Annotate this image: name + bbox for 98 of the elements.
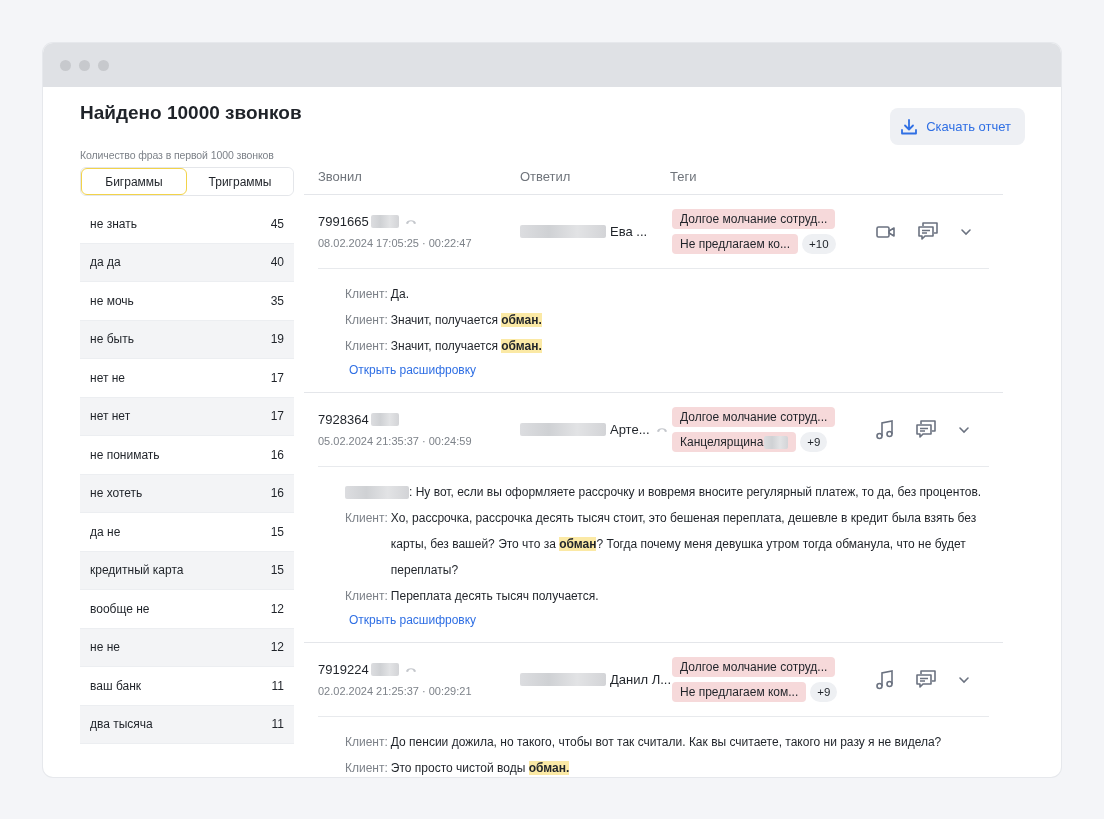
- phrase-count: 15: [270, 524, 284, 539]
- chat-icon[interactable]: [918, 222, 938, 241]
- phrase-count: 40: [270, 255, 284, 270]
- chat-icon[interactable]: [916, 670, 936, 689]
- phrase-text: нет не: [90, 370, 126, 385]
- message-text: Переплата десять тысяч получается.: [390, 588, 600, 605]
- speaker-label: Клиент:: [345, 588, 388, 605]
- phrase-row[interactable]: не мочь 35: [80, 282, 294, 321]
- message-text: Это просто чистой воды обман.: [390, 760, 571, 777]
- speaker-label: Клиент:: [345, 338, 388, 355]
- redacted-speaker: [345, 486, 409, 499]
- tag[interactable]: Долгое молчание сотруд...: [672, 407, 836, 427]
- phrase-text: не знать: [90, 216, 137, 231]
- phrase-count: 11: [271, 678, 284, 693]
- speaker-label: Клиент:: [345, 734, 388, 751]
- message-text: Да.: [390, 286, 410, 303]
- phrase-text: не хотеть: [90, 486, 143, 501]
- phone-number: 7928364: [318, 412, 369, 427]
- phrase-count: 11: [271, 717, 284, 732]
- column-header: Ответил: [520, 168, 572, 184]
- phrase-count: 16: [270, 447, 284, 462]
- tag[interactable]: Не предлагаем ком...: [672, 682, 807, 702]
- tag[interactable]: Долгое молчание сотруд...: [672, 657, 836, 677]
- phrase-row[interactable]: да да 40: [80, 243, 294, 282]
- speaker-label: Клиент:: [345, 510, 388, 527]
- more-tags-badge[interactable]: +9: [810, 682, 838, 702]
- phrase-row[interactable]: нет не 17: [80, 359, 294, 398]
- music-note-icon[interactable]: [876, 419, 894, 440]
- call-datetime: 05.02.2024 21:35:37 · 00:24:59: [318, 435, 473, 447]
- speaker-label: Клиент:: [345, 312, 388, 329]
- tag[interactable]: Канцелярщина: [672, 432, 797, 452]
- phrase-text: нет нет: [90, 409, 131, 424]
- phrase-count: 16: [270, 486, 284, 501]
- music-note-icon[interactable]: [876, 669, 894, 690]
- phrase-count: 17: [270, 409, 284, 424]
- window-dot[interactable]: [60, 59, 71, 71]
- phrase-count: 12: [270, 601, 284, 616]
- phone-number: 7919224: [318, 662, 369, 677]
- speaker-label: Клиент:: [345, 286, 388, 303]
- agent-name: Арте...: [610, 422, 650, 437]
- more-tags-badge[interactable]: +10: [802, 234, 836, 254]
- phrase-row[interactable]: не понимать 16: [80, 436, 294, 475]
- phrase-row[interactable]: не быть 19: [80, 320, 294, 359]
- tab[interactable]: Биграммы: [81, 168, 187, 195]
- message-text: : Ну вот, если вы оформляете рассрочку и вовремя вносите регулярный платеж, то да, без процентов.: [409, 484, 983, 501]
- message-text: Значит, получается обман.: [390, 312, 543, 329]
- phrase-text: два тысяча: [90, 717, 153, 732]
- phrase-row[interactable]: ваш банк 11: [80, 667, 294, 706]
- phrase-row[interactable]: кредитный карта 15: [80, 551, 294, 590]
- phrase-count: 15: [270, 563, 284, 578]
- phrase-text: ваш банк: [90, 678, 142, 693]
- phrase-row[interactable]: нет нет 17: [80, 397, 294, 436]
- tag[interactable]: Долгое молчание сотруд...: [672, 209, 836, 229]
- phrase-text: не мочь: [90, 293, 134, 308]
- agent-name: Данил Л...: [610, 672, 672, 687]
- chevron-down-icon[interactable]: [960, 227, 972, 236]
- phrase-count: 12: [270, 640, 284, 655]
- page-title: Найдено 10000 звонков: [80, 101, 302, 124]
- phrase-text: кредитный карта: [90, 563, 184, 578]
- chevron-down-icon[interactable]: [958, 675, 970, 684]
- video-camera-icon[interactable]: [876, 224, 896, 239]
- column-header: Теги: [670, 168, 697, 184]
- chevron-down-icon[interactable]: [958, 425, 970, 434]
- phrase-row[interactable]: не хотеть 16: [80, 474, 294, 513]
- chat-icon[interactable]: [916, 420, 936, 439]
- speaker-label: Клиент:: [345, 760, 388, 777]
- tag[interactable]: Не предлагаем ко...: [672, 234, 799, 254]
- agent-name: Ева ...: [610, 224, 648, 239]
- phrase-row[interactable]: не знать 45: [80, 205, 294, 244]
- open-transcript-link[interactable]: Открыть расшифровку: [349, 363, 477, 377]
- phrase-row[interactable]: да не 15: [80, 513, 294, 552]
- phrase-text: да не: [90, 524, 121, 539]
- download-button[interactable]: Скачать отчет: [890, 108, 1025, 145]
- open-transcript-link[interactable]: Открыть расшифровку: [349, 613, 477, 627]
- message-text: До пенсии дожила, но такого, чтобы вот так считали. Как вы считаете, такого ни разу я не видела?: [390, 734, 943, 751]
- column-header: Звонил: [318, 168, 363, 184]
- download-icon: [900, 117, 919, 136]
- phrase-text: вообще не: [90, 601, 150, 616]
- phrase-row[interactable]: вообще не 12: [80, 590, 294, 629]
- window-dot[interactable]: [98, 59, 109, 71]
- phone-number: 7991665: [318, 214, 369, 229]
- phrase-text: не быть: [90, 332, 134, 347]
- phrase-count: 45: [270, 216, 284, 231]
- phrase-text: да да: [90, 255, 121, 270]
- phrase-row[interactable]: два тысяча 11: [80, 705, 294, 744]
- phrase-text: не понимать: [90, 447, 160, 462]
- call-datetime: 08.02.2024 17:05:25 · 00:22:47: [318, 237, 473, 249]
- phrases-caption: Количество фраз в первой 1000 звонков: [80, 149, 275, 161]
- phrase-row[interactable]: не не 12: [80, 628, 294, 667]
- more-tags-badge[interactable]: +9: [800, 432, 828, 452]
- phrase-text: не не: [90, 640, 120, 655]
- phrase-count: 17: [270, 370, 284, 385]
- window-dot[interactable]: [79, 59, 90, 71]
- call-datetime: 02.02.2024 21:25:37 · 00:29:21: [318, 685, 473, 697]
- phrase-count: 19: [270, 332, 284, 347]
- message-text: Хо, рассрочка, рассрочка десять тысяч стоит, это бешеная переплата, дешевле в кредит была взять без карты, без вашей? Это что за обман? Тогда почему меня девушка утром тогда обманула, что не будет переплаты?: [390, 510, 978, 579]
- phrase-count: 35: [270, 293, 284, 308]
- message-text: Значит, получается обман.: [390, 338, 543, 355]
